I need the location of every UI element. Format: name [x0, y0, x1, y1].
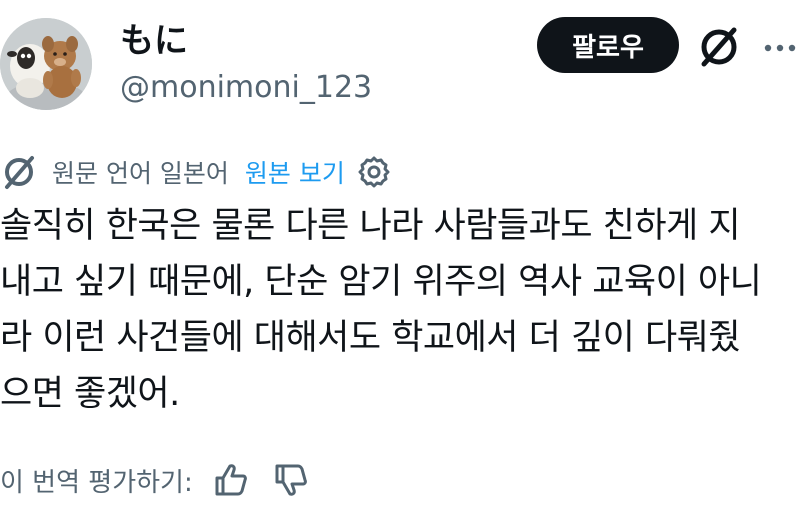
- tweet-line: 내고 싶기 때문에, 단순 암기 위주의 역사 교육이 아니: [0, 262, 762, 302]
- translation-bar: 원문 언어 일본어 원본 보기: [0, 150, 391, 194]
- translate-icon: [5, 156, 34, 189]
- plush-toys-avatar-icon: [0, 18, 92, 110]
- tweet-text: 솔직히 한국은 물론 다른 나라 사람들과도 친하게 지 내고 싶기 때문에, …: [0, 198, 800, 422]
- thumbs-down-icon[interactable]: [271, 460, 311, 500]
- rate-translation-bar: 이 번역 평가하기:: [0, 456, 311, 504]
- user-handle[interactable]: @monimoni_123: [120, 68, 372, 108]
- tweet-line: 솔직히 한국은 물론 다른 나라 사람들과도 친하게 지: [0, 206, 741, 246]
- tweet-line: 라 이런 사건들에 대해서도 학교에서 더 깊이 다뤄줬: [0, 318, 741, 358]
- source-language-label: 원문 언어 일본어: [52, 159, 229, 188]
- tweet-line: 으면 좋겠어.: [0, 374, 180, 414]
- thumbs-up-icon[interactable]: [211, 460, 251, 500]
- avatar[interactable]: [0, 18, 92, 110]
- grok-icon[interactable]: [696, 24, 742, 70]
- display-name[interactable]: もに: [120, 20, 188, 62]
- follow-button[interactable]: 팔로우: [537, 17, 679, 73]
- tweet-page: もに @monimoni_123 팔로우 원문 언어 일본어 원본 보기 솔직히…: [0, 0, 800, 519]
- gear-icon[interactable]: [357, 155, 391, 189]
- rate-translation-label: 이 번역 평가하기:: [0, 467, 193, 498]
- more-dots-icon[interactable]: [760, 28, 800, 68]
- view-original-link[interactable]: 원본 보기: [245, 154, 345, 190]
